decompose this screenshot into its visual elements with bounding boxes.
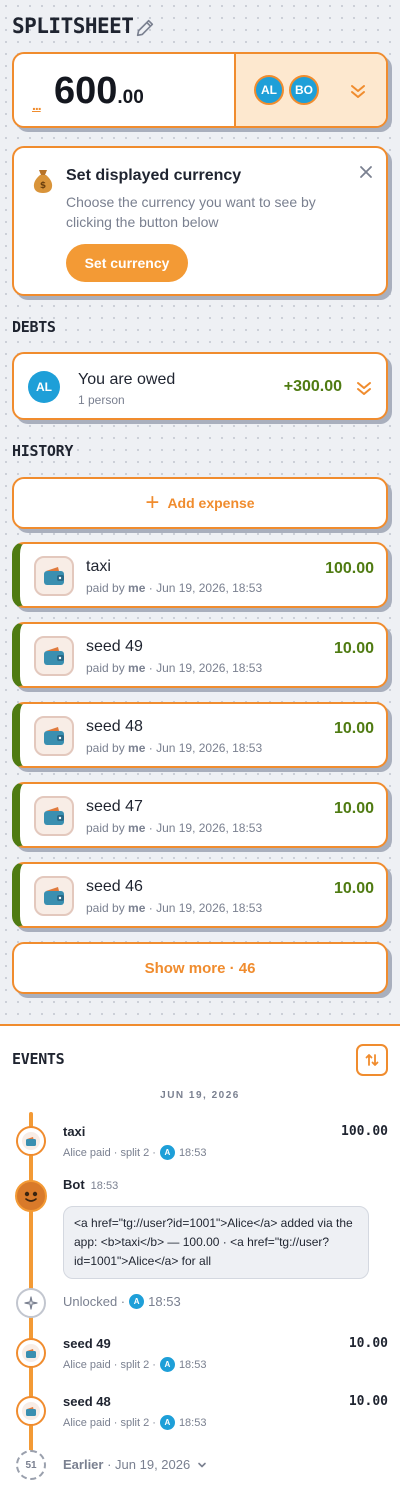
expense-event-icon — [16, 1338, 46, 1368]
expense-amount: 10.00 — [333, 880, 374, 897]
debt-amount: +300.00 — [283, 378, 342, 395]
participants-area[interactable]: AL BO — [236, 54, 386, 126]
bot-avatar[interactable] — [15, 1180, 47, 1212]
earlier-events-toggle[interactable]: Earlier · Jun 19, 2026 — [63, 1457, 208, 1472]
avatar: AL — [28, 371, 60, 403]
balance-amount: 600.00 — [54, 70, 144, 112]
currency-prompt-title: Set displayed currency — [66, 167, 242, 184]
wallet-icon — [34, 716, 74, 756]
expense-row[interactable]: seed 48 paid by me · Jun 19, 2026, 18:53… — [12, 702, 388, 768]
wallet-icon — [34, 636, 74, 676]
edit-pencil-icon[interactable] — [134, 17, 156, 39]
add-expense-button[interactable]: + Add expense — [12, 477, 388, 529]
events-panel: EVENTS JUN 19, 2026 taxi Alice paid · sp… — [0, 1024, 400, 1512]
expense-row[interactable]: seed 49 paid by me · Jun 19, 2026, 18:53… — [12, 622, 388, 688]
currency-prompt-description: Choose the currency you want to see by c… — [66, 194, 316, 230]
event-title[interactable]: seed 48 — [63, 1394, 111, 1409]
expense-name: seed 46 — [86, 878, 143, 895]
plus-icon: + — [145, 489, 160, 516]
expense-amount: 100.00 — [325, 560, 374, 577]
expense-meta: paid by me · Jun 19, 2026, 18:53 — [86, 741, 263, 755]
avatar: AL — [254, 75, 284, 105]
avatar: A — [159, 1415, 175, 1430]
balance-amount-area: ... 600.00 — [14, 54, 236, 126]
avatar: A — [159, 1357, 175, 1372]
balance-card[interactable]: ... 600.00 AL BO — [12, 52, 388, 128]
event-title[interactable]: taxi — [63, 1124, 85, 1139]
expense-meta: paid by me · Jun 19, 2026, 18:53 — [86, 581, 263, 595]
history-heading: HISTORY — [12, 442, 74, 460]
event-meta: Alice paid · split 2 · A 18:53 — [63, 1357, 207, 1372]
debts-heading: DEBTS — [12, 318, 56, 336]
debt-subtitle: 1 person — [78, 393, 125, 407]
expense-name: taxi — [86, 558, 111, 575]
avatar: A — [159, 1145, 175, 1160]
double-chevron-down-icon[interactable] — [356, 380, 372, 396]
expense-row[interactable]: seed 46 paid by me · Jun 19, 2026, 18:53… — [12, 862, 388, 928]
earlier-count-badge[interactable]: 51 — [16, 1450, 46, 1480]
add-expense-label: Add expense — [167, 495, 255, 511]
expense-amount: 10.00 — [333, 720, 374, 737]
expense-name: seed 49 — [86, 638, 143, 655]
bot-message-bubble: <a href="tg://user?id=1001">Alice</a> ad… — [63, 1206, 369, 1279]
event-title[interactable]: seed 49 — [63, 1336, 111, 1351]
expense-name: seed 48 — [86, 718, 143, 735]
sparkle-icon — [16, 1288, 46, 1318]
set-currency-button[interactable]: Set currency — [66, 244, 188, 282]
avatar: BO — [289, 75, 319, 105]
wallet-icon — [34, 556, 74, 596]
debt-title: You are owed — [78, 371, 176, 388]
wallet-icon — [34, 876, 74, 916]
events-heading: EVENTS — [12, 1050, 65, 1068]
sort-arrows-icon — [365, 1054, 379, 1066]
currency-placeholder[interactable]: ... — [32, 97, 42, 113]
bot-name: Bot 18:53 — [63, 1177, 119, 1192]
show-more-label: Show more · 46 — [144, 959, 256, 977]
expense-name: seed 47 — [86, 798, 143, 815]
expense-amount: 10.00 — [333, 800, 374, 817]
expense-meta: paid by me · Jun 19, 2026, 18:53 — [86, 821, 263, 835]
expense-row[interactable]: taxi paid by me · Jun 19, 2026, 18:53 10… — [12, 542, 388, 608]
svg-text:$: $ — [40, 181, 46, 191]
event-meta: Alice paid · split 2 · A 18:53 — [63, 1415, 207, 1430]
expense-event-icon — [16, 1126, 46, 1156]
unlocked-event: Unlocked · A 18:53 — [63, 1294, 181, 1309]
double-chevron-down-icon[interactable] — [350, 83, 366, 99]
expense-meta: paid by me · Jun 19, 2026, 18:53 — [86, 901, 263, 915]
chevron-down-icon — [198, 1462, 207, 1467]
expense-row[interactable]: seed 47 paid by me · Jun 19, 2026, 18:53… — [12, 782, 388, 848]
event-meta: Alice paid · split 2 · A 18:53 — [63, 1145, 207, 1160]
expense-amount: 10.00 — [333, 640, 374, 657]
main-screen: SPLITSHEET ... 600.00 AL BO $ Set displa… — [0, 0, 400, 1024]
debt-summary-card[interactable]: AL You are owed 1 person +300.00 — [12, 352, 388, 420]
currency-prompt-card: $ Set displayed currency Choose the curr… — [12, 146, 388, 296]
event-amount: 100.00 — [341, 1124, 388, 1139]
expense-meta: paid by me · Jun 19, 2026, 18:53 — [86, 661, 263, 675]
avatar: A — [129, 1294, 145, 1309]
event-amount: 10.00 — [348, 1336, 388, 1351]
show-more-button[interactable]: Show more · 46 — [12, 942, 388, 994]
expense-event-icon — [16, 1396, 46, 1426]
app-title: SPLITSHEET — [12, 14, 134, 38]
event-amount: 10.00 — [348, 1394, 388, 1409]
wallet-icon — [34, 796, 74, 836]
money-bag-icon: $ — [33, 170, 53, 193]
close-icon[interactable] — [358, 164, 374, 180]
sort-button[interactable] — [356, 1044, 388, 1076]
event-date-header: JUN 19, 2026 — [160, 1090, 240, 1101]
